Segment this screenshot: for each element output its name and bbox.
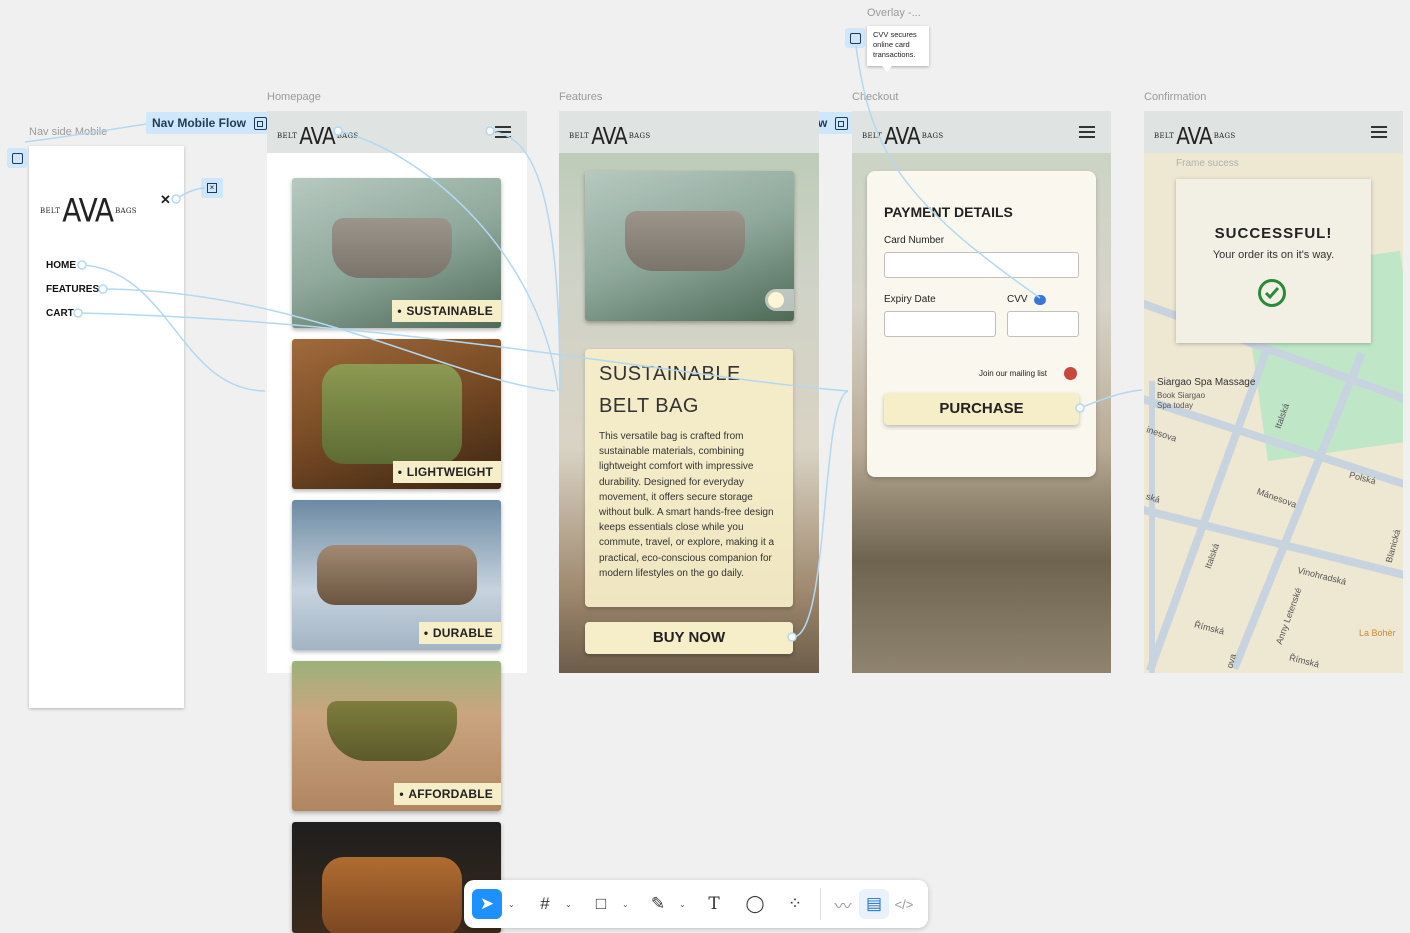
connection-line	[81, 264, 266, 392]
chevron-down-icon[interactable]: ⌄	[508, 900, 515, 909]
connection-node	[333, 126, 343, 136]
components-tool-icon[interactable]: ⁘	[780, 889, 810, 919]
rectangle-tool-icon[interactable]: □	[586, 889, 616, 919]
chevron-down-icon[interactable]: ⌄	[565, 900, 572, 909]
connection-node	[98, 284, 108, 294]
connection-node	[73, 308, 83, 318]
connection-node	[171, 194, 181, 204]
connection-line	[24, 123, 147, 143]
pen-tool-icon[interactable]: ✎	[643, 889, 673, 919]
connection-node	[1075, 403, 1085, 413]
connection-line	[855, 45, 1041, 299]
design-toolbar: ➤ ⌄ # ⌄ □ ⌄ ✎ ⌄ T ◯ ⁘ 〰 ▤ </>	[464, 880, 928, 928]
prototype-connections	[24, 45, 1143, 642]
connection-node	[77, 260, 87, 270]
draw-mode-icon[interactable]: 〰	[828, 889, 858, 919]
connection-line	[102, 288, 556, 392]
text-tool-icon[interactable]: T	[699, 889, 729, 919]
connection-line	[337, 130, 559, 392]
chevron-down-icon[interactable]: ⌄	[622, 900, 629, 909]
connection-line	[791, 390, 849, 638]
move-tool-icon[interactable]: ➤	[472, 889, 502, 919]
connection-node	[787, 632, 797, 642]
chevron-down-icon[interactable]: ⌄	[679, 900, 686, 909]
frame-tool-icon[interactable]: #	[530, 889, 560, 919]
comment-tool-icon[interactable]: ◯	[740, 889, 770, 919]
design-mode-icon[interactable]: ▤	[859, 889, 889, 919]
connection-node	[485, 126, 495, 136]
connection-line	[1079, 389, 1143, 409]
dev-mode-icon[interactable]: </>	[889, 889, 919, 919]
toolbar-divider	[820, 888, 821, 920]
